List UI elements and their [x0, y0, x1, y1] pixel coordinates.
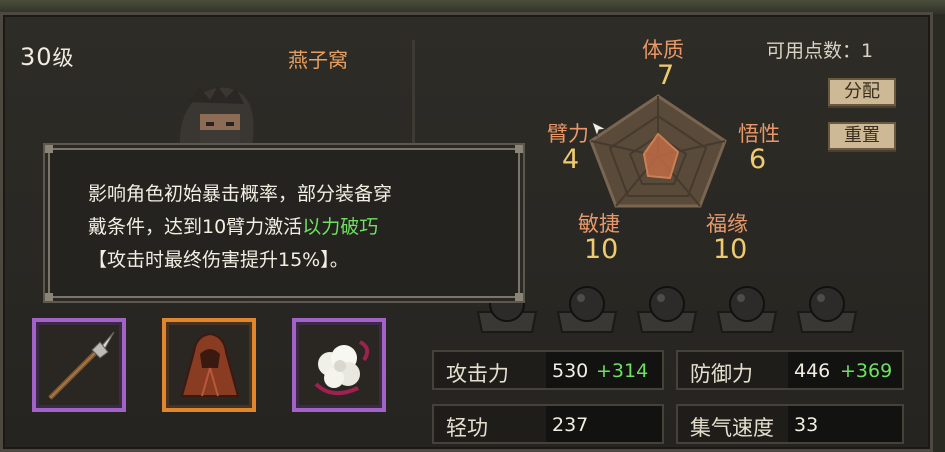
level-number: 30	[20, 43, 53, 71]
available-points: 可用点数：1	[766, 36, 873, 63]
gem-socket-3[interactable]	[634, 282, 700, 336]
defense-label: 防御力	[690, 362, 753, 386]
cloak-icon	[180, 332, 240, 397]
character-level: 30级	[20, 42, 75, 72]
available-points-label: 可用点数：	[766, 40, 862, 62]
allocate-button[interactable]: 分配	[828, 78, 896, 106]
stat-row-defense: 防御力 446 +369	[676, 350, 904, 390]
attr-agility-value: 10	[584, 234, 619, 265]
equip-slot-armor[interactable]	[162, 318, 256, 412]
defense-value: 446	[794, 360, 831, 382]
attr-constitution-value: 7	[657, 60, 675, 91]
qinggong-value-box: 237	[546, 406, 662, 442]
attack-label: 攻击力	[446, 362, 509, 386]
level-unit: 级	[52, 46, 75, 70]
tooltip-corner	[45, 293, 53, 301]
attr-strength-value: 4	[562, 144, 580, 175]
spear-icon	[48, 331, 115, 400]
tooltip-text: 影响角色初始暴击概率，部分装备穿 戴条件，达到10臂力激活以力破巧 【攻击时最终…	[88, 178, 508, 277]
tooltip-corner	[45, 145, 53, 153]
skill-highlight: 以力破巧	[302, 216, 379, 238]
reset-button[interactable]: 重置	[828, 122, 896, 150]
gem-socket-2[interactable]	[554, 282, 620, 336]
equip-slot-accessory[interactable]	[292, 318, 386, 412]
attack-bonus: +314	[596, 360, 649, 382]
tooltip-line-3: 【攻击时最终伤害提升15%】。	[88, 249, 349, 271]
tooltip-corner	[515, 145, 523, 153]
tooltip-line-2-prefix: 戴条件，达到10臂力激活	[88, 216, 303, 238]
attack-value: 530	[552, 360, 589, 382]
qi-speed-value-box: 33	[788, 406, 902, 442]
qinggong-value: 237	[552, 414, 589, 436]
attr-comprehension-value: 6	[749, 144, 767, 175]
qi-speed-value: 33	[794, 414, 819, 436]
tooltip-line-2: 戴条件，达到10臂力激活以力破巧	[88, 211, 508, 244]
attr-fortune-value: 10	[713, 234, 748, 265]
attack-value-box: 530 +314	[546, 352, 662, 388]
character-name: 燕子窝	[288, 48, 348, 72]
gem-socket-4[interactable]	[714, 282, 780, 336]
cursor-arrow-icon	[591, 120, 608, 138]
attribute-radar-chart	[589, 94, 727, 208]
defense-value-box: 446 +369	[788, 352, 902, 388]
attribute-tooltip: 影响角色初始暴击概率，部分装备穿 戴条件，达到10臂力激活以力破巧 【攻击时最终…	[45, 145, 523, 301]
tooltip-line-1: 影响角色初始暴击概率，部分装备穿	[88, 183, 393, 205]
fur-accessory-icon	[314, 340, 370, 396]
defense-bonus: +369	[840, 360, 893, 382]
equip-slot-weapon[interactable]	[32, 318, 126, 412]
character-portrait	[179, 86, 254, 148]
tooltip-corner	[515, 293, 523, 301]
qinggong-label: 轻功	[446, 416, 488, 440]
stat-row-qinggong: 轻功 237	[432, 404, 664, 444]
gem-socket-5[interactable]	[794, 282, 860, 336]
qi-speed-label: 集气速度	[690, 416, 774, 440]
stat-row-attack: 攻击力 530 +314	[432, 350, 664, 390]
stat-row-qi-speed: 集气速度 33	[676, 404, 904, 444]
available-points-value: 1	[861, 40, 874, 62]
